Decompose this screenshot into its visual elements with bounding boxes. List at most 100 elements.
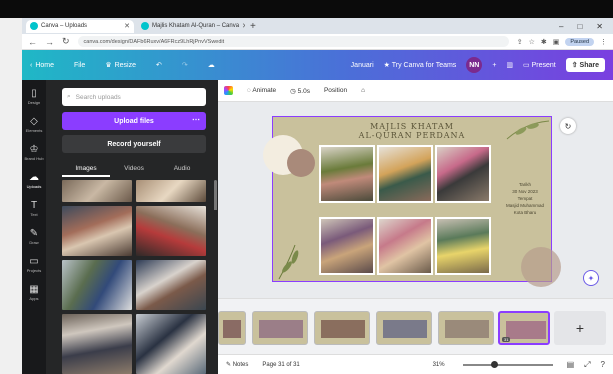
reload-icon[interactable]: ↻ <box>62 36 70 47</box>
home-button[interactable]: ‹ Home <box>30 62 54 69</box>
event-photo[interactable] <box>435 145 491 203</box>
magic-assistant-icon[interactable]: ✦ <box>583 270 599 286</box>
tab-audio[interactable]: Audio <box>158 165 206 177</box>
file-menu[interactable]: File <box>74 62 85 69</box>
more-options-icon[interactable]: ⋯ <box>192 115 200 124</box>
rail-item-elements[interactable]: ◇ Elements <box>26 116 43 133</box>
text-icon: T <box>30 200 38 211</box>
profile-button[interactable]: Paused <box>565 37 594 46</box>
rail-item-brand-hub[interactable]: ♔ Brand Hub <box>24 144 43 161</box>
rail-item-text[interactable]: T Text <box>30 200 37 217</box>
close-window-icon[interactable]: ✕ <box>596 22 603 31</box>
media-tabs: Images Videos Audio <box>62 165 206 177</box>
layout-icon: ▯ <box>31 88 37 99</box>
record-label: Record yourself <box>107 140 161 148</box>
search-input[interactable]: ⌕ Search uploads <box>62 88 206 106</box>
extension-icon[interactable]: ✱ <box>541 38 547 46</box>
page-thumbnail[interactable] <box>314 311 370 345</box>
new-tab-icon[interactable]: + <box>250 21 256 32</box>
timing-button[interactable]: ◷ 5.0s <box>290 87 310 95</box>
close-tab-icon[interactable]: ✕ <box>124 22 130 30</box>
uploaded-image[interactable] <box>62 180 132 202</box>
rail-item-draw[interactable]: ✎ Draw <box>29 228 38 245</box>
bookmark-star-icon[interactable]: ☆ <box>529 38 535 46</box>
browser-tab[interactable]: Canva – Uploads ✕ <box>26 19 134 33</box>
background-color-swatch[interactable] <box>224 86 233 95</box>
style-paint-icon[interactable]: ⌂ <box>361 87 365 94</box>
detail-line: Tempat <box>517 196 533 201</box>
upload-label: Upload files <box>114 117 154 125</box>
rail-item-projects[interactable]: ▭ Projects <box>27 256 41 273</box>
close-tab-icon[interactable]: ✕ <box>242 22 245 30</box>
position-button[interactable]: Position <box>324 87 347 94</box>
url-field[interactable]: canva.com/design/DAFb6Ruxv/A6FRcz9LhRjPn… <box>77 36 509 47</box>
present-button[interactable]: ▭ Present <box>523 61 556 69</box>
page-thumbnail[interactable] <box>252 311 308 345</box>
undo-button[interactable]: ↶ <box>156 61 162 69</box>
animate-button[interactable]: ◌ Animate <box>247 87 276 94</box>
forward-icon[interactable]: → <box>45 37 54 47</box>
tab-images[interactable]: Images <box>62 165 110 177</box>
menu-kebab-icon[interactable]: ⋮ <box>600 38 607 46</box>
event-photo[interactable] <box>377 217 433 275</box>
help-icon[interactable]: ? <box>601 360 605 370</box>
resize-button[interactable]: ♛ Resize <box>105 61 136 70</box>
notes-label: Notes <box>232 362 249 368</box>
detail-line: Tarikh <box>518 182 531 187</box>
browser-tab[interactable]: Majlis Khatam Al-Quran – Canva ✕ <box>137 19 245 33</box>
page-indicator[interactable]: Page 31 of 31 <box>262 362 299 368</box>
share-label: Share <box>579 62 599 69</box>
try-teams-button[interactable]: ★ Try Canva for Teams <box>384 61 457 69</box>
page-thumbnail[interactable] <box>218 311 246 345</box>
add-collaborator-icon[interactable]: + <box>492 62 496 69</box>
design-page[interactable]: MAJLIS KHATAM AL-QURAN PERDANA Tarikh 30… <box>263 116 561 287</box>
uploaded-image[interactable] <box>136 260 206 310</box>
event-photo[interactable] <box>319 145 375 203</box>
uploaded-image[interactable] <box>136 180 206 202</box>
fullscreen-icon[interactable]: ⤢ <box>584 360 590 370</box>
notes-button[interactable]: ✎ Notes <box>226 361 248 368</box>
minimize-icon[interactable]: – <box>559 22 563 31</box>
rail-item-design[interactable]: ▯ Design <box>28 88 40 105</box>
event-photo[interactable] <box>319 217 375 275</box>
maximize-icon[interactable]: □ <box>577 22 582 31</box>
redo-button[interactable]: ↷ <box>182 61 188 69</box>
crown-icon: ♛ <box>105 62 112 69</box>
document-title[interactable]: Januari <box>351 62 374 69</box>
uploaded-image[interactable] <box>136 314 206 374</box>
editor-header: ‹ Home File ♛ Resize ↶ ↷ ☁ Januari ★ Try… <box>22 50 613 80</box>
home-label: Home <box>35 61 55 69</box>
rail-label: Design <box>27 100 41 105</box>
share-button[interactable]: ⇧ Share <box>565 58 605 72</box>
uploaded-image[interactable] <box>62 206 132 256</box>
uploaded-image[interactable] <box>136 206 206 256</box>
event-photo[interactable] <box>435 217 491 275</box>
back-icon[interactable]: ← <box>28 37 37 47</box>
upload-files-button[interactable]: Upload files ⋯ <box>62 112 206 130</box>
address-bar: ← → ↻ canva.com/design/DAFb6Ruxv/A6FRcz9… <box>22 34 613 50</box>
record-yourself-button[interactable]: Record yourself <box>62 135 206 153</box>
zoom-slider[interactable] <box>462 360 553 368</box>
add-page-button[interactable]: + <box>554 311 606 345</box>
timing-label: 5.0s <box>297 87 310 95</box>
share-page-icon[interactable]: ⇪ <box>517 38 523 46</box>
tab-videos[interactable]: Videos <box>110 165 158 177</box>
sidebar-icon[interactable]: ▣ <box>553 38 560 46</box>
uploaded-image[interactable] <box>62 260 132 310</box>
page-thumbnail[interactable] <box>438 311 494 345</box>
page-thumbnail-selected[interactable]: 31 <box>498 311 550 345</box>
insights-chart-icon[interactable]: ▥ <box>506 61 513 69</box>
rail-item-uploads[interactable]: ☁ Uploads <box>27 172 42 189</box>
avatar[interactable]: NN <box>466 57 483 73</box>
zoom-slider-knob[interactable] <box>490 360 498 368</box>
zoom-level[interactable]: 31% <box>433 362 445 368</box>
present-label: Present <box>531 62 556 69</box>
uploaded-image[interactable] <box>62 314 132 374</box>
page-thumbnail[interactable] <box>376 311 432 345</box>
pages-grid-icon[interactable]: ▤ <box>567 360 575 370</box>
event-photo[interactable] <box>377 145 433 203</box>
refresh-page-icon[interactable]: ↻ <box>560 118 576 134</box>
rail-item-apps[interactable]: ▦ Apps <box>29 284 38 301</box>
event-details[interactable]: Tarikh 30 Nov 2023 Tempat Masjid Muhamma… <box>501 181 549 216</box>
canvas-area: MAJLIS KHATAM AL-QURAN PERDANA Tarikh 30… <box>218 102 613 298</box>
